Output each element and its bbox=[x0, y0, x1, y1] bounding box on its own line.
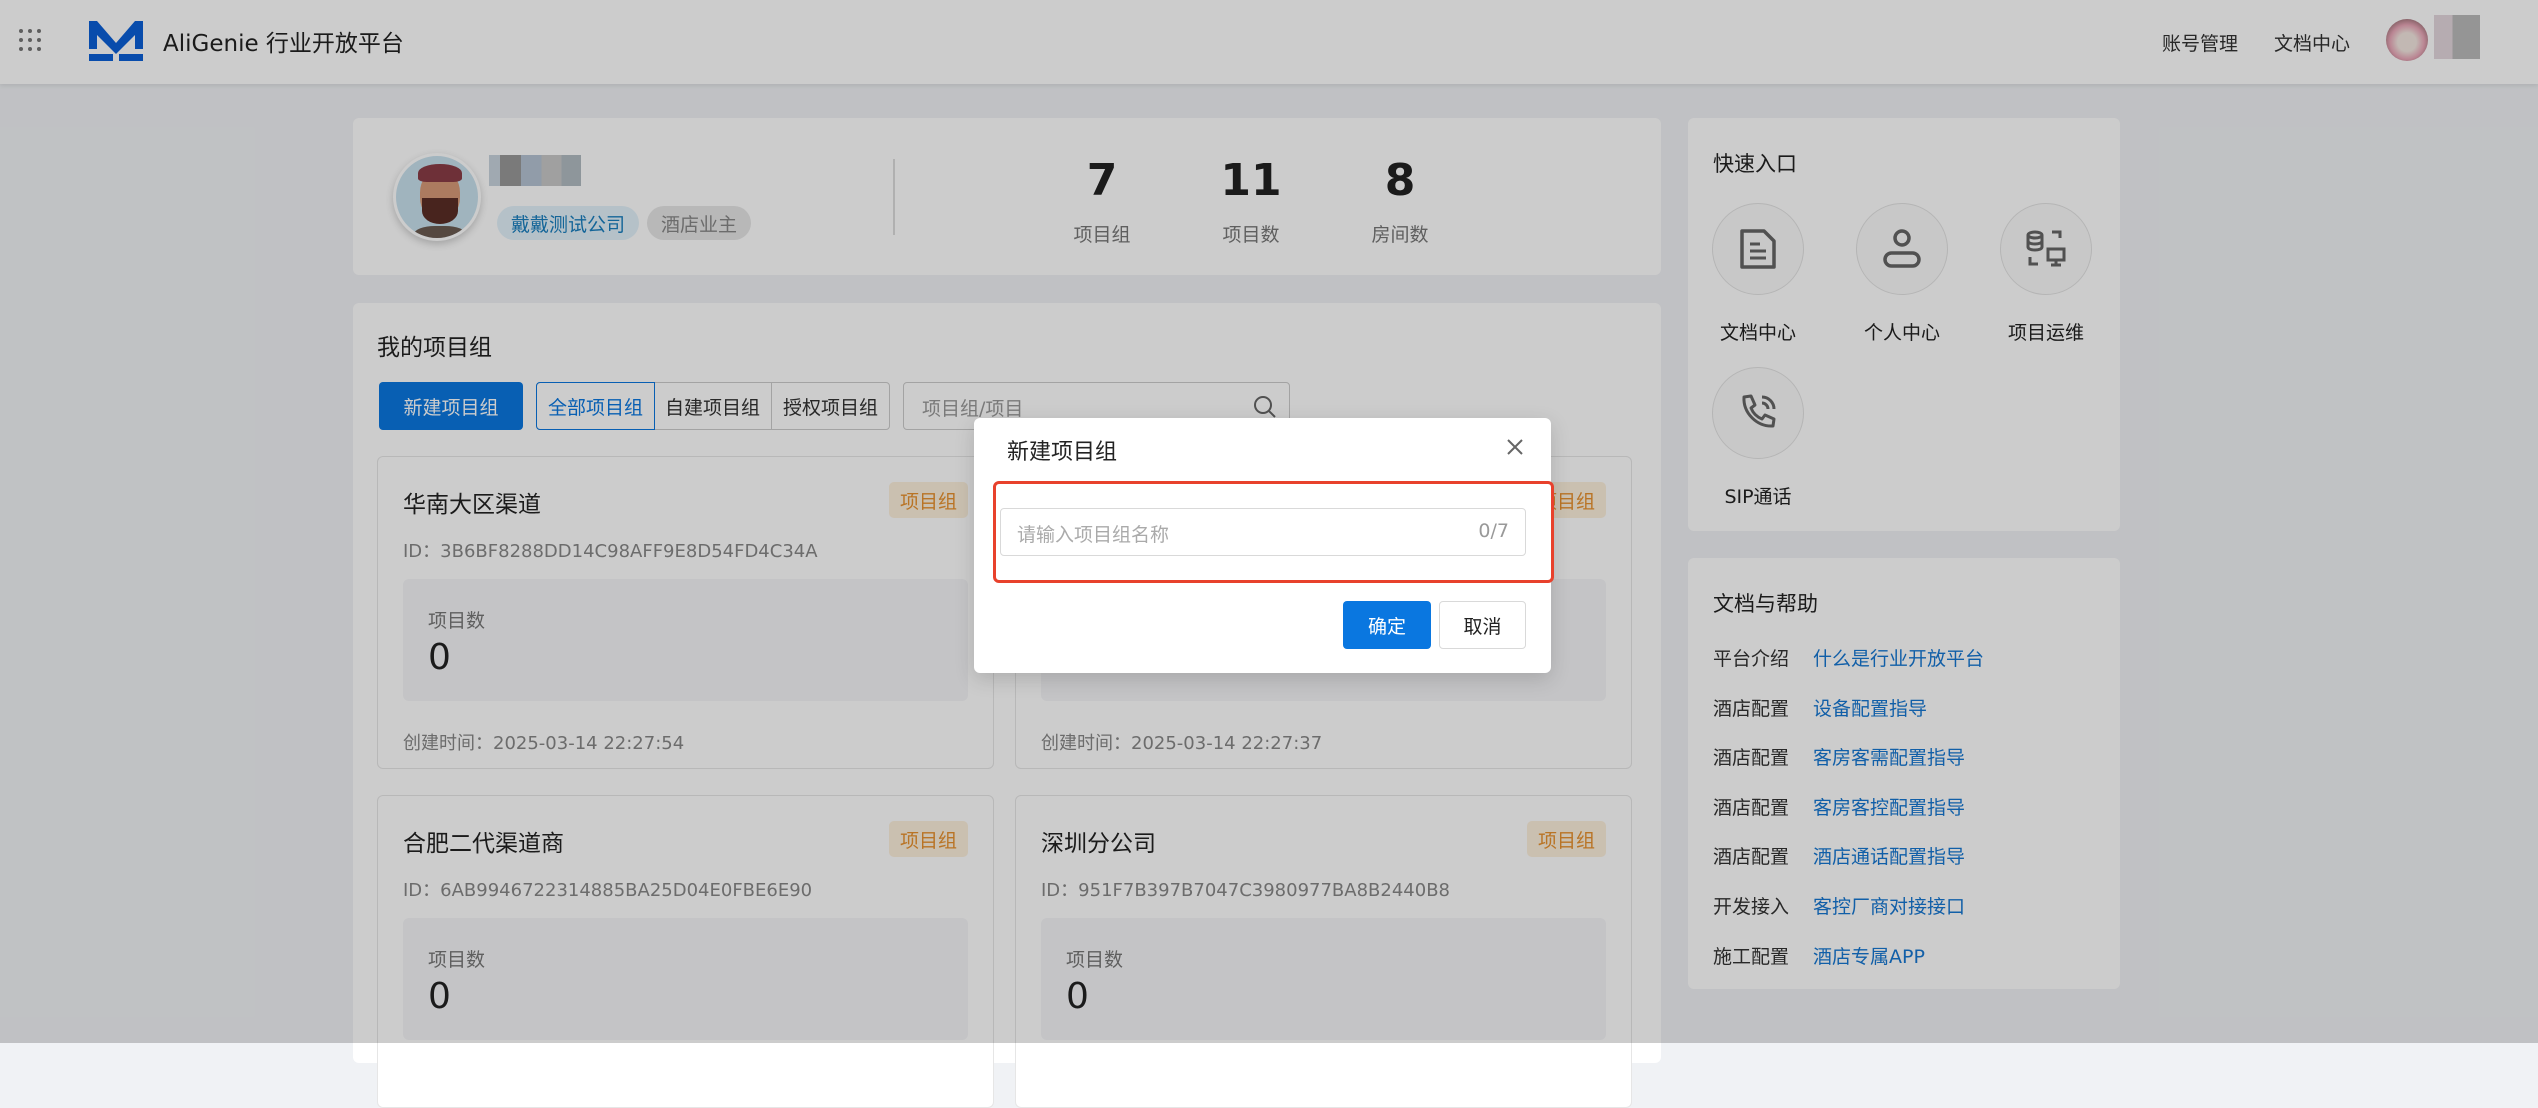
confirm-button[interactable]: 确定 bbox=[1343, 601, 1431, 649]
new-group-dialog: 新建项目组 请输入项目组名称 0/7 确定 取消 bbox=[974, 418, 1554, 673]
input-placeholder: 请输入项目组名称 bbox=[1017, 524, 1170, 546]
cancel-button[interactable]: 取消 bbox=[1439, 601, 1526, 649]
dialog-title: 新建项目组 bbox=[1007, 440, 1118, 465]
group-name-input[interactable]: 请输入项目组名称 0/7 bbox=[1000, 508, 1526, 556]
char-counter: 0/7 bbox=[1478, 520, 1509, 542]
close-icon[interactable] bbox=[1506, 438, 1524, 456]
